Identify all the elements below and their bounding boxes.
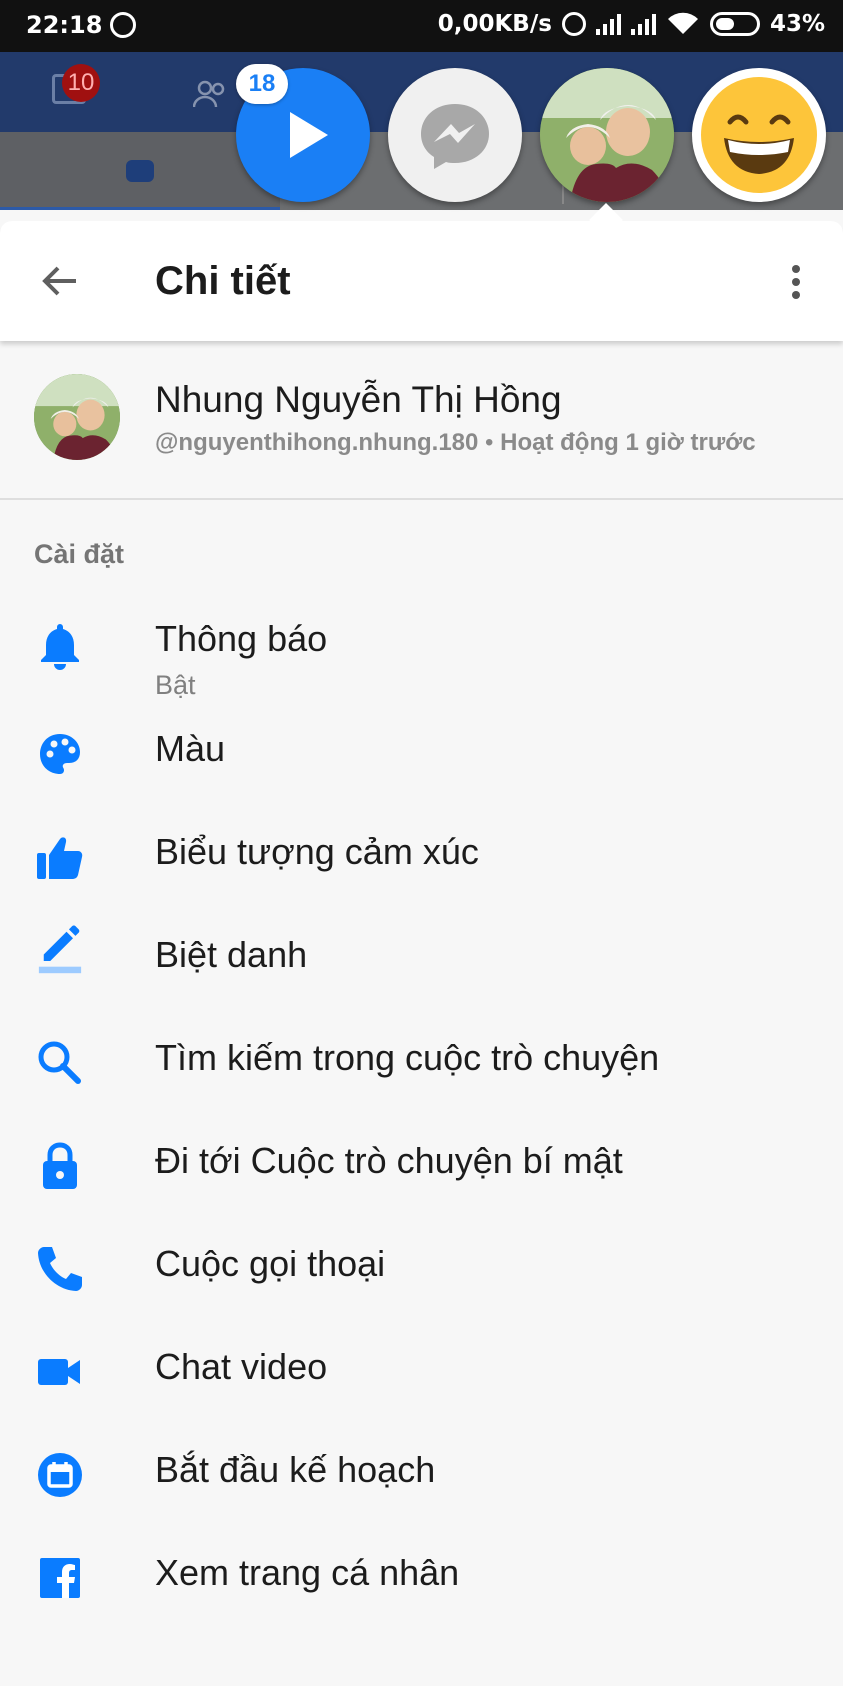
arrow-left-icon: [42, 266, 76, 296]
network-speed: 0,00KB/s: [437, 11, 552, 37]
profile-activity: Hoạt động 1 giờ trước: [500, 429, 756, 456]
profile-username: @nguyenthihong.nhung.180: [155, 429, 479, 456]
status-right: 0,00KB/s 43%: [438, 11, 825, 37]
signal-icon: [595, 13, 621, 35]
back-button[interactable]: [30, 251, 90, 311]
profile-name: Nhung Nguyễn Thị Hồng: [155, 379, 562, 420]
battery-level: 43%: [769, 11, 825, 37]
calendar-icon: [38, 1453, 82, 1497]
grinning-emoji-icon: [701, 77, 817, 193]
settings-item-label: Chat video: [155, 1346, 328, 1387]
palette-icon: [40, 734, 80, 774]
pencil-icon: [38, 925, 82, 974]
alarm-icon: [561, 12, 586, 36]
status-bar: 22:18 0,00KB/s 43%: [0, 0, 843, 52]
settings-item-label: Đi tới Cuộc trò chuyện bí mật: [155, 1140, 623, 1181]
chat-head-contact-photo[interactable]: [540, 68, 674, 202]
profile-header[interactable]: Nhung Nguyễn Thị Hồng @nguyenthihong.nhu…: [0, 341, 843, 500]
settings-item-label: Màu: [155, 728, 226, 769]
messenger-icon: [421, 104, 489, 169]
settings-item-label: Biệt danh: [155, 934, 308, 975]
settings-item-search[interactable]: Tìm kiếm trong cuộc trò chuyện: [0, 1013, 843, 1113]
video-camera-icon: [38, 1359, 80, 1385]
settings-item-label: Bắt đầu kế hoạch: [155, 1449, 436, 1490]
chat-bubbles-icon: [126, 160, 154, 182]
settings-item-secret-conversation[interactable]: Đi tới Cuộc trò chuyện bí mật: [0, 1116, 843, 1216]
toolbar: Chi tiết: [0, 221, 843, 341]
thumbs-up-icon: [37, 837, 83, 879]
chat-head-badge: 18: [236, 64, 288, 104]
status-time: 22:18: [26, 11, 103, 39]
avatar: [34, 374, 120, 460]
settings-item-notifications[interactable]: Thông báo Bật: [0, 590, 843, 700]
settings-item-view-profile[interactable]: Xem trang cá nhân: [0, 1528, 843, 1628]
more-options-button[interactable]: [770, 251, 820, 311]
lock-icon: [43, 1142, 77, 1189]
profile-subtitle: @nguyenthihong.nhung.180 • Hoạt động 1 g…: [155, 429, 756, 457]
signal-icon: [630, 13, 656, 35]
settings-item-label: Thông báo: [155, 618, 328, 659]
settings-item-plan[interactable]: Bắt đầu kế hoạch: [0, 1425, 843, 1525]
contact-photo: [540, 68, 674, 202]
settings-item-label: Cuộc gọi thoại: [155, 1243, 386, 1284]
play-icon: [290, 112, 328, 158]
chat-head-messenger[interactable]: [388, 68, 522, 202]
settings-item-nicknames[interactable]: Biệt danh: [0, 910, 843, 1010]
settings-item-emoji[interactable]: Biểu tượng cảm xúc: [0, 807, 843, 907]
battery-icon: [709, 12, 760, 36]
settings-item-label: Biểu tượng cảm xúc: [155, 831, 479, 872]
messenger-icon: [110, 12, 136, 38]
search-icon: [38, 1041, 81, 1084]
details-sheet: Chi tiết Nhung Nguyễn Thị Hồng @nguyenth…: [0, 221, 843, 1686]
avatar-photo: [34, 374, 120, 460]
phone-icon: [38, 1247, 82, 1291]
page-title: Chi tiết: [155, 259, 291, 303]
separator: •: [478, 429, 501, 456]
settings-item-voice-call[interactable]: Cuộc gọi thoại: [0, 1219, 843, 1319]
settings-item-color[interactable]: Màu: [0, 704, 843, 804]
settings-item-video-chat[interactable]: Chat video: [0, 1322, 843, 1422]
wifi-icon: [667, 12, 698, 35]
notification-badge: 10: [62, 64, 100, 102]
settings-item-label: Tìm kiếm trong cuộc trò chuyện: [155, 1037, 660, 1078]
settings-section-label: Cài đặt: [34, 539, 125, 569]
chat-head-emoji[interactable]: [692, 68, 826, 202]
settings-item-label: Xem trang cá nhân: [155, 1552, 460, 1593]
facebook-icon: [40, 1558, 80, 1598]
settings-item-value: Bật: [155, 670, 196, 700]
friends-icon: [193, 80, 225, 108]
bell-icon: [41, 624, 79, 670]
